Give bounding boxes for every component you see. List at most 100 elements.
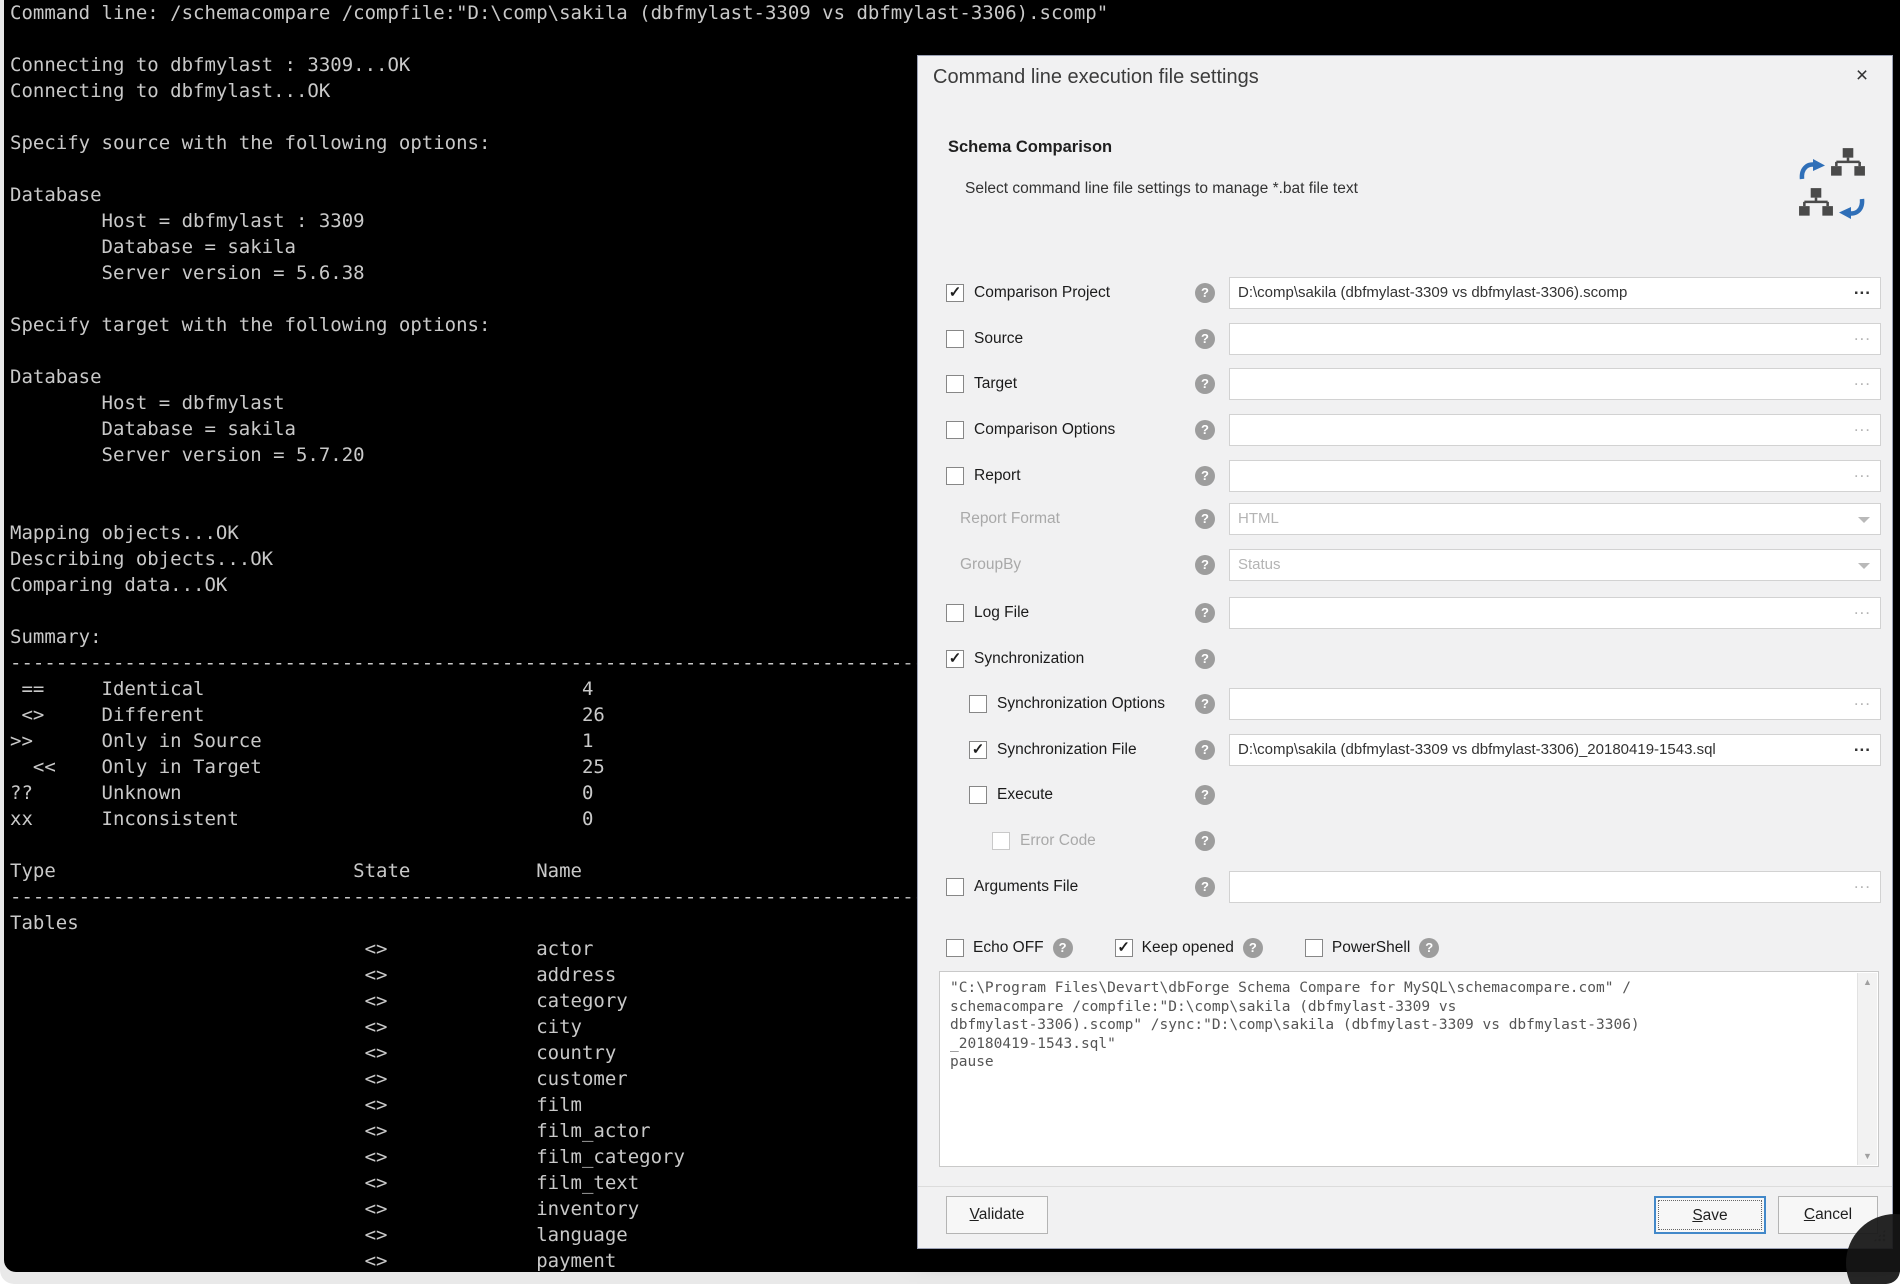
synchronization-file-label: Synchronization File xyxy=(997,741,1137,759)
chevron-down-icon xyxy=(1858,517,1870,529)
close-icon[interactable]: × xyxy=(1848,62,1876,90)
error-code-label: Error Code xyxy=(1020,832,1096,850)
comparison-project-label: Comparison Project xyxy=(974,284,1110,302)
row-error-code: Error Code ? xyxy=(918,824,1892,858)
scroll-down-icon[interactable]: ▼ xyxy=(1858,1151,1877,1161)
org-chart-icon xyxy=(1830,148,1866,180)
browse-button[interactable]: ... xyxy=(1854,370,1871,390)
help-icon[interactable]: ? xyxy=(1195,283,1215,303)
chevron-down-icon xyxy=(1858,563,1870,575)
help-icon[interactable]: ? xyxy=(1243,938,1263,958)
synchronization-options-label: Synchronization Options xyxy=(997,695,1165,713)
row-comparison-project: ✓ Comparison Project ? D:\comp\sakila (d… xyxy=(918,276,1892,310)
target-input[interactable]: ... xyxy=(1229,368,1881,400)
execute-label: Execute xyxy=(997,786,1053,804)
comparison-options-input[interactable]: ... xyxy=(1229,414,1881,446)
arrow-left-icon xyxy=(1838,198,1866,220)
target-label: Target xyxy=(974,375,1017,393)
report-format-label: Report Format xyxy=(960,510,1060,528)
help-icon[interactable]: ? xyxy=(1195,603,1215,623)
help-icon[interactable]: ? xyxy=(1195,555,1215,575)
comparison-project-checkbox[interactable]: ✓ xyxy=(946,284,964,302)
dialog-title: Command line execution file settings xyxy=(933,66,1259,89)
screen: Command line: /schemacompare /compfile:"… xyxy=(0,0,1900,1284)
report-label: Report xyxy=(974,467,1021,485)
log-file-input[interactable]: ... xyxy=(1229,597,1881,629)
arguments-file-input[interactable]: ... xyxy=(1229,871,1881,903)
bat-file-text-area[interactable]: "C:\Program Files\Devart\dbForge Schema … xyxy=(939,971,1879,1167)
echo-off-label: Echo OFF xyxy=(973,939,1044,957)
arguments-file-label: Arguments File xyxy=(974,878,1078,896)
echo-off-checkbox[interactable] xyxy=(946,939,964,957)
help-icon[interactable]: ? xyxy=(1419,938,1439,958)
execute-checkbox[interactable] xyxy=(969,786,987,804)
source-input[interactable]: ... xyxy=(1229,323,1881,355)
save-button[interactable]: Save xyxy=(1654,1196,1766,1234)
comparison-project-input[interactable]: D:\comp\sakila (dbfmylast-3309 vs dbfmyl… xyxy=(1229,277,1881,309)
row-groupby: GroupBy ? Status xyxy=(918,548,1892,582)
target-checkbox[interactable] xyxy=(946,375,964,393)
synchronization-label: Synchronization xyxy=(974,650,1084,668)
row-synchronization-options: Synchronization Options ? ... xyxy=(918,687,1892,721)
report-checkbox[interactable] xyxy=(946,467,964,485)
browse-button[interactable]: ... xyxy=(1854,873,1871,893)
help-icon[interactable]: ? xyxy=(1195,329,1215,349)
row-source: Source ? ... xyxy=(918,322,1892,356)
help-icon[interactable]: ? xyxy=(1195,694,1215,714)
keep-opened-label: Keep opened xyxy=(1142,939,1234,957)
section-title: Schema Comparison xyxy=(948,138,1112,157)
row-synchronization-file: ✓ Synchronization File ? D:\comp\sakila … xyxy=(918,733,1892,767)
groupby-dropdown: Status xyxy=(1229,549,1881,581)
synchronization-file-checkbox[interactable]: ✓ xyxy=(969,741,987,759)
source-label: Source xyxy=(974,330,1023,348)
footer-divider xyxy=(918,1186,1892,1187)
comparison-options-label: Comparison Options xyxy=(974,421,1115,439)
report-input[interactable]: ... xyxy=(1229,460,1881,492)
browse-button[interactable]: ... xyxy=(1854,599,1871,619)
help-icon[interactable]: ? xyxy=(1195,509,1215,529)
validate-button[interactable]: Validate xyxy=(946,1196,1048,1234)
browse-button[interactable]: ... xyxy=(1854,690,1871,710)
row-execute: Execute ? xyxy=(918,778,1892,812)
arguments-file-checkbox[interactable] xyxy=(946,878,964,896)
schema-compare-icon xyxy=(1798,148,1874,232)
scrollbar[interactable]: ▲ ▼ xyxy=(1857,973,1877,1165)
help-icon[interactable]: ? xyxy=(1195,466,1215,486)
report-format-dropdown: HTML xyxy=(1229,503,1881,535)
row-synchronization: ✓ Synchronization ? xyxy=(918,642,1892,676)
error-code-checkbox xyxy=(992,832,1010,850)
help-icon[interactable]: ? xyxy=(1195,831,1215,851)
section-subtitle: Select command line file settings to man… xyxy=(965,180,1358,198)
synchronization-options-input[interactable]: ... xyxy=(1229,688,1881,720)
browse-button[interactable]: ... xyxy=(1854,279,1871,299)
help-icon[interactable]: ? xyxy=(1053,938,1073,958)
groupby-label: GroupBy xyxy=(960,556,1021,574)
row-report-format: Report Format ? HTML xyxy=(918,502,1892,536)
row-report: Report ? ... xyxy=(918,459,1892,493)
report-format-value: HTML xyxy=(1238,510,1279,527)
powershell-checkbox[interactable] xyxy=(1305,939,1323,957)
help-icon[interactable]: ? xyxy=(1195,420,1215,440)
synchronization-checkbox[interactable]: ✓ xyxy=(946,650,964,668)
row-comparison-options: Comparison Options ? ... xyxy=(918,413,1892,447)
help-icon[interactable]: ? xyxy=(1195,649,1215,669)
browse-button[interactable]: ... xyxy=(1854,416,1871,436)
groupby-value: Status xyxy=(1238,556,1281,573)
powershell-label: PowerShell xyxy=(1332,939,1410,957)
help-icon[interactable]: ? xyxy=(1195,374,1215,394)
row-log-file: Log File ? ... xyxy=(918,596,1892,630)
browse-button[interactable]: ... xyxy=(1854,462,1871,482)
help-icon[interactable]: ? xyxy=(1195,785,1215,805)
command-line-execution-dialog: Command line execution file settings × S… xyxy=(917,55,1893,1249)
browse-button[interactable]: ... xyxy=(1854,325,1871,345)
browse-button[interactable]: ... xyxy=(1854,736,1871,756)
source-checkbox[interactable] xyxy=(946,330,964,348)
keep-opened-checkbox[interactable]: ✓ xyxy=(1115,939,1133,957)
comparison-options-checkbox[interactable] xyxy=(946,421,964,439)
help-icon[interactable]: ? xyxy=(1195,877,1215,897)
scroll-up-icon[interactable]: ▲ xyxy=(1858,977,1877,987)
synchronization-options-checkbox[interactable] xyxy=(969,695,987,713)
help-icon[interactable]: ? xyxy=(1195,740,1215,760)
synchronization-file-input[interactable]: D:\comp\sakila (dbfmylast-3309 vs dbfmyl… xyxy=(1229,734,1881,766)
log-file-checkbox[interactable] xyxy=(946,604,964,622)
